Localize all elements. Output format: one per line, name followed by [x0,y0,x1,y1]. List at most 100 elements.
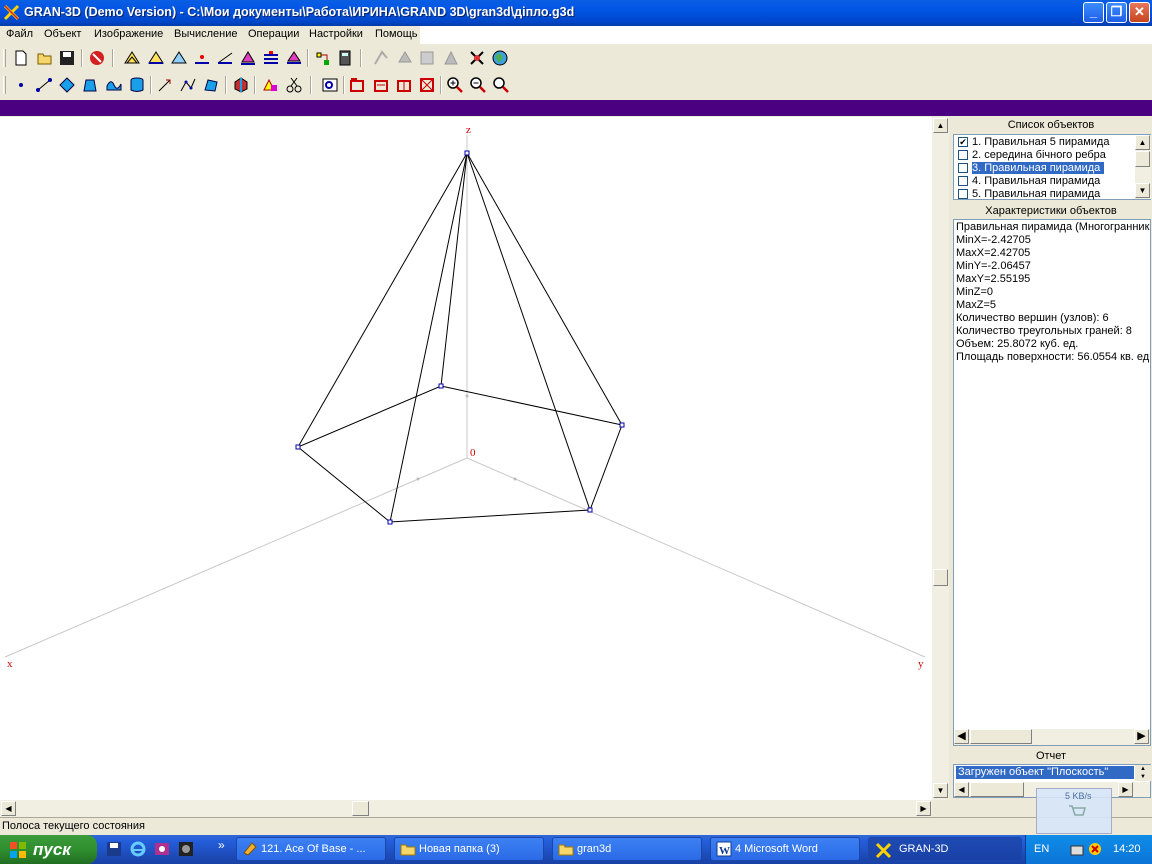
section-tool-icon[interactable] [285,49,303,67]
paint-icon[interactable] [261,76,279,94]
transform-tool-icon[interactable] [468,49,486,67]
vertex[interactable] [619,422,625,428]
prism-icon[interactable] [81,76,99,94]
object-list-scrollbar[interactable]: ▲ ▼ [1135,135,1151,199]
surface-icon[interactable] [105,76,123,94]
checkbox[interactable]: ✔ [958,137,968,147]
menu-calculation[interactable]: Вычисление [174,28,238,40]
network-monitor-widget[interactable]: 5 KB/s [1036,788,1112,834]
network-tray-icon[interactable] [1070,842,1084,856]
task-folder-new[interactable]: Новая папка (3) [394,837,544,861]
transform-2-icon[interactable] [372,76,390,94]
start-button[interactable]: пуск [0,835,97,864]
scroll-thumb[interactable] [1135,151,1150,167]
calculator-icon[interactable] [336,49,354,67]
list-item[interactable]: ✔ 1. Правильная 5 пирамида [956,136,1134,149]
layers-tool-icon[interactable] [262,49,280,67]
viewport-horizontal-scrollbar[interactable]: ◀ ▶ [0,800,932,817]
vertex[interactable] [587,507,593,513]
menu-operations[interactable]: Операции [248,28,299,40]
quicklaunch-save-icon[interactable] [106,841,122,857]
scroll-down-button[interactable]: ▼ [933,783,948,798]
vertex-apex[interactable] [464,150,470,156]
scroll-right-button[interactable]: ▶ [1118,782,1133,797]
preview-icon[interactable] [321,76,339,94]
polyline-icon[interactable] [179,76,197,94]
list-item-selected[interactable]: 3. Правильная пирамида [956,162,1134,175]
transform-3-icon[interactable] [395,76,413,94]
cylinder-icon[interactable] [128,76,146,94]
zoom-fit-icon[interactable] [492,76,510,94]
checkbox[interactable] [958,189,968,199]
spin-up-icon[interactable]: ▲ [1135,765,1151,773]
quicklaunch-media-icon[interactable] [154,841,170,857]
scroll-thumb[interactable] [352,801,369,816]
object-tool-3-icon[interactable] [170,49,188,67]
zoom-in-icon[interactable] [446,76,464,94]
line-tool-icon[interactable] [193,49,211,67]
scroll-left-button[interactable]: ◀ [1,801,16,816]
close-button[interactable]: ✕ [1129,2,1150,23]
object-tool-1-icon[interactable] [123,49,141,67]
vertex[interactable] [295,444,301,450]
task-winamp[interactable]: 121. Ace Of Base - ... [236,837,386,861]
scroll-up-button[interactable]: ▲ [933,118,948,133]
scroll-thumb[interactable] [933,569,948,586]
cut-icon[interactable] [285,76,303,94]
scroll-right-button[interactable]: ▶ [916,801,931,816]
toolbar-grip[interactable] [3,49,6,67]
object-characteristics[interactable]: Правильная пирамида (Многогранник MinX=-… [953,219,1151,746]
tree-tool-icon[interactable] [313,49,331,67]
stop-icon[interactable] [88,49,106,67]
polyhedron-icon[interactable] [232,76,250,94]
task-gran3d[interactable]: GRAN-3D [868,837,1022,861]
object-list[interactable]: ✔ 1. Правильная 5 пирамида 2. середина б… [953,134,1151,200]
vertex[interactable] [387,519,393,525]
checkbox[interactable] [958,176,968,186]
menu-image[interactable]: Изображение [94,28,163,40]
task-folder-gran3d[interactable]: gran3d [552,837,702,861]
scroll-up-button[interactable]: ▲ [1135,135,1150,150]
3d-viewport[interactable]: z x y 0 [0,117,932,800]
characteristics-scrollbar[interactable]: ◀ ▶ [954,729,1150,745]
checkbox[interactable] [958,150,968,160]
quicklaunch-chevron[interactable]: » [218,838,225,852]
save-icon[interactable] [58,49,76,67]
polygon-icon[interactable] [202,76,220,94]
checkbox[interactable] [958,163,968,173]
scroll-left-button[interactable]: ◀ [954,782,969,797]
menu-file[interactable]: Файл [6,28,33,40]
clock[interactable]: 14:20 [1113,843,1141,855]
viewport-vertical-scrollbar[interactable]: ▲ ▼ [932,117,949,800]
list-item[interactable]: 4. Правильная пирамида [956,175,1134,188]
open-folder-icon[interactable] [36,49,54,67]
scroll-down-button[interactable]: ▼ [1135,183,1150,198]
transform-1-icon[interactable] [348,76,366,94]
zoom-out-icon[interactable] [469,76,487,94]
toolbar-grip[interactable] [3,76,6,94]
point-icon[interactable] [12,76,30,94]
scroll-thumb[interactable] [970,729,1032,744]
scroll-left-button[interactable]: ◀ [954,729,969,744]
object-tool-2-icon[interactable] [147,49,165,67]
segment-tool-icon[interactable] [216,49,234,67]
report-spin[interactable]: ▲ ▼ [1135,765,1151,781]
scroll-right-button[interactable]: ▶ [1134,729,1149,744]
quicklaunch-ie-icon[interactable] [130,841,146,857]
task-word[interactable]: W 4 Microsoft Word [710,837,860,861]
minimize-button[interactable]: _ [1083,2,1104,23]
transform-4-icon[interactable] [418,76,436,94]
quicklaunch-player-icon[interactable] [178,841,194,857]
plane-icon[interactable] [58,76,76,94]
maximize-button[interactable]: ❐ [1106,2,1127,23]
app-icon[interactable] [3,4,20,21]
menu-object[interactable]: Объект [44,28,81,40]
list-item[interactable]: 5. Правильная пирамида [956,188,1134,201]
segment-icon[interactable] [35,76,53,94]
new-file-icon[interactable] [12,49,30,67]
spin-down-icon[interactable]: ▼ [1135,773,1151,781]
menu-settings[interactable]: Настройки [309,28,363,40]
scroll-thumb[interactable] [970,782,1024,797]
security-tray-icon[interactable] [1088,842,1102,856]
language-indicator[interactable]: EN [1034,843,1049,855]
